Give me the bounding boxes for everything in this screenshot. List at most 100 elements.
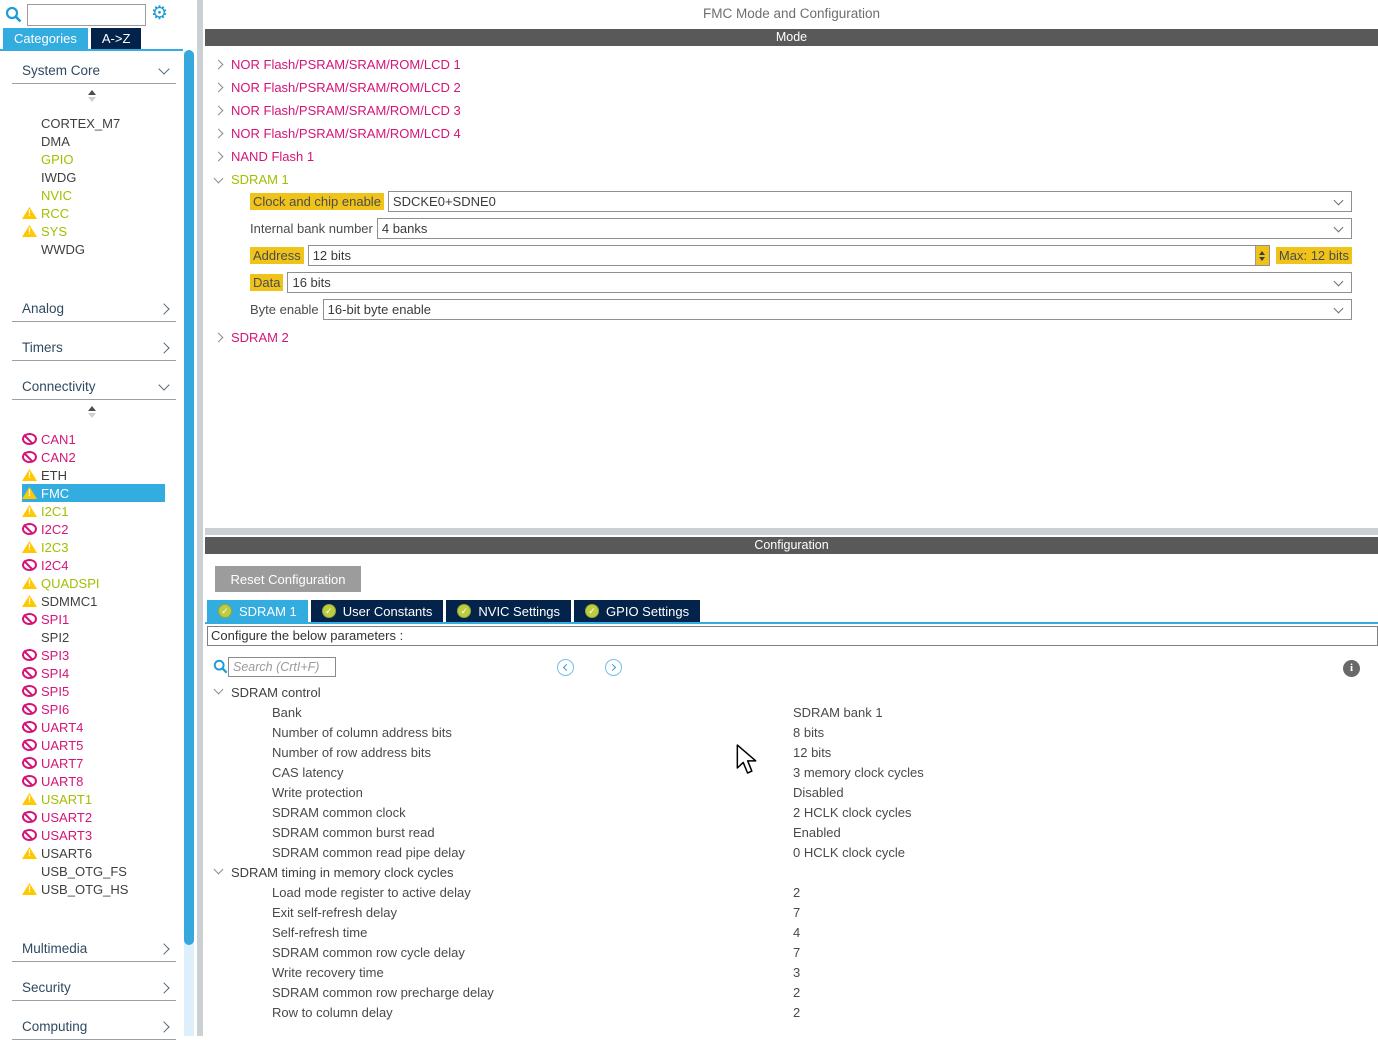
parameter-row-bank[interactable]: BankSDRAM bank 1 — [205, 702, 1378, 722]
parameter-row-sdram-common-row-cycle-delay[interactable]: SDRAM common row cycle delay7 — [205, 942, 1378, 962]
sidebar-item-wwdg[interactable]: WWDG — [22, 240, 165, 258]
search-next-button[interactable] — [605, 659, 622, 676]
sidebar-item-spi6[interactable]: SPI6 — [22, 700, 165, 718]
sidebar-item-can2[interactable]: CAN2 — [22, 448, 165, 466]
parameter-value[interactable]: 7 — [793, 945, 800, 960]
sidebar-search-combobox[interactable] — [27, 4, 146, 26]
field-select[interactable]: SDCKE0+SDNE0 — [388, 191, 1352, 212]
sidebar-item-dma[interactable]: DMA — [22, 132, 165, 150]
sidebar-item-usb-otg-hs[interactable]: !USB_OTG_HS — [22, 880, 165, 898]
sidebar-item-spi4[interactable]: SPI4 — [22, 664, 165, 682]
sidebar-item-usart1[interactable]: !USART1 — [22, 790, 165, 808]
panel-splitter[interactable] — [205, 528, 1378, 535]
parameter-value[interactable]: 2 — [793, 1005, 800, 1020]
mode-tree-item-nor-flash-psram-sram-rom-lcd-2[interactable]: NOR Flash/PSRAM/SRAM/ROM/LCD 2 — [205, 76, 1378, 99]
gear-icon[interactable]: ⚙ — [151, 2, 168, 26]
tab-user-constants[interactable]: ✓User Constants — [311, 600, 444, 622]
sidebar-item-uart4[interactable]: UART4 — [22, 718, 165, 736]
sidebar-section-header-multimedia[interactable]: Multimedia — [12, 936, 176, 962]
parameter-row-number-of-row-address-bits[interactable]: Number of row address bits12 bits — [205, 742, 1378, 762]
scroll-up-icon[interactable] — [0, 406, 183, 420]
tab-categories[interactable]: Categories — [3, 28, 88, 49]
sidebar-item-spi2[interactable]: SPI2 — [22, 628, 165, 646]
tab-sdram-1[interactable]: ✓SDRAM 1 — [207, 600, 308, 622]
scroll-up-icon[interactable] — [0, 90, 183, 104]
sidebar-item-rcc[interactable]: !RCC — [22, 204, 165, 222]
field-select[interactable]: 4 banks — [377, 218, 1352, 239]
info-icon[interactable]: i — [1343, 660, 1360, 677]
sidebar-item-can1[interactable]: CAN1 — [22, 430, 165, 448]
tab-gpio-settings[interactable]: ✓GPIO Settings — [574, 600, 700, 622]
sidebar-item-nvic[interactable]: NVIC — [22, 186, 165, 204]
sidebar-item-cortex-m7[interactable]: CORTEX_M7 — [22, 114, 165, 132]
mode-tree-item-nand-flash-1[interactable]: NAND Flash 1 — [205, 145, 1378, 168]
sidebar-item-uart7[interactable]: UART7 — [22, 754, 165, 772]
parameter-value[interactable]: 0 HCLK clock cycle — [793, 845, 905, 860]
parameter-value[interactable]: 7 — [793, 905, 800, 920]
parameter-value[interactable]: 2 HCLK clock cycles — [793, 805, 911, 820]
sidebar-section-header-security[interactable]: Security — [12, 975, 176, 1001]
sidebar-item-iwdg[interactable]: IWDG — [22, 168, 165, 186]
parameter-value[interactable]: SDRAM bank 1 — [793, 705, 883, 720]
parameter-search-input[interactable] — [228, 657, 336, 677]
parameter-value[interactable]: 4 — [793, 925, 800, 940]
parameter-row-sdram-common-clock[interactable]: SDRAM common clock2 HCLK clock cycles — [205, 802, 1378, 822]
mode-tree-item-nor-flash-psram-sram-rom-lcd-1[interactable]: NOR Flash/PSRAM/SRAM/ROM/LCD 1 — [205, 53, 1378, 76]
sidebar-item-sys[interactable]: !SYS — [22, 222, 165, 240]
field-spinner[interactable]: 12 bits — [308, 245, 1270, 266]
sidebar-item-spi1[interactable]: SPI1 — [22, 610, 165, 628]
sidebar-scrollbar-thumb[interactable] — [184, 50, 194, 945]
spinner-up-icon[interactable] — [1259, 251, 1265, 255]
parameter-row-sdram-common-read-pipe-delay[interactable]: SDRAM common read pipe delay0 HCLK clock… — [205, 842, 1378, 862]
sidebar-item-gpio[interactable]: GPIO — [22, 150, 165, 168]
parameter-value[interactable]: Enabled — [793, 825, 841, 840]
sidebar-item-sdmmc1[interactable]: !SDMMC1 — [22, 592, 165, 610]
mode-tree-item-sdram-2[interactable]: SDRAM 2 — [205, 326, 1378, 349]
field-select[interactable]: 16 bits — [287, 272, 1352, 293]
sidebar-item-i2c1[interactable]: !I2C1 — [22, 502, 165, 520]
mode-tree-item-sdram-1[interactable]: SDRAM 1 — [205, 168, 1378, 191]
search-previous-button[interactable] — [557, 659, 574, 676]
parameter-value[interactable]: 3 memory clock cycles — [793, 765, 924, 780]
tab-a-to-z[interactable]: A->Z — [91, 28, 142, 49]
field-select[interactable]: 16-bit byte enable — [323, 299, 1352, 320]
parameter-value[interactable]: 2 — [793, 985, 800, 1000]
sidebar-item-usart3[interactable]: USART3 — [22, 826, 165, 844]
parameter-value[interactable]: 12 bits — [793, 745, 831, 760]
sidebar-item-fmc[interactable]: !FMC — [22, 484, 165, 502]
parameter-row-write-recovery-time[interactable]: Write recovery time3 — [205, 962, 1378, 982]
parameter-row-number-of-column-address-bits[interactable]: Number of column address bits8 bits — [205, 722, 1378, 742]
parameter-row-sdram-common-burst-read[interactable]: SDRAM common burst readEnabled — [205, 822, 1378, 842]
parameter-row-load-mode-register-to-active-delay[interactable]: Load mode register to active delay2 — [205, 882, 1378, 902]
sidebar-section-header-computing[interactable]: Computing — [12, 1014, 176, 1040]
sidebar-section-header-connectivity[interactable]: Connectivity — [12, 374, 176, 400]
mode-tree-item-nor-flash-psram-sram-rom-lcd-4[interactable]: NOR Flash/PSRAM/SRAM/ROM/LCD 4 — [205, 122, 1378, 145]
sidebar-section-header-analog[interactable]: Analog — [12, 296, 176, 322]
sidebar-item-i2c4[interactable]: I2C4 — [22, 556, 165, 574]
mode-tree-item-nor-flash-psram-sram-rom-lcd-3[interactable]: NOR Flash/PSRAM/SRAM/ROM/LCD 3 — [205, 99, 1378, 122]
sidebar-item-usb-otg-fs[interactable]: USB_OTG_FS — [22, 862, 165, 880]
parameter-row-self-refresh-time[interactable]: Self-refresh time4 — [205, 922, 1378, 942]
sidebar-item-quadspi[interactable]: !QUADSPI — [22, 574, 165, 592]
reset-configuration-button[interactable]: Reset Configuration — [215, 566, 361, 592]
sidebar-item-i2c3[interactable]: !I2C3 — [22, 538, 165, 556]
sidebar-item-uart8[interactable]: UART8 — [22, 772, 165, 790]
spinner-buttons[interactable] — [1255, 246, 1269, 265]
sidebar-item-uart5[interactable]: UART5 — [22, 736, 165, 754]
parameter-group-sdram-timing-in-memory-clock-cycles[interactable]: SDRAM timing in memory clock cycles — [205, 862, 1378, 882]
parameter-value[interactable]: 3 — [793, 965, 800, 980]
parameter-row-row-to-column-delay[interactable]: Row to column delay2 — [205, 1002, 1378, 1022]
spinner-down-icon[interactable] — [1259, 257, 1265, 261]
parameter-value[interactable]: Disabled — [793, 785, 844, 800]
sidebar-item-usart6[interactable]: !USART6 — [22, 844, 165, 862]
sidebar-item-spi3[interactable]: SPI3 — [22, 646, 165, 664]
parameter-row-exit-self-refresh-delay[interactable]: Exit self-refresh delay7 — [205, 902, 1378, 922]
parameter-row-write-protection[interactable]: Write protectionDisabled — [205, 782, 1378, 802]
parameter-value[interactable]: 2 — [793, 885, 800, 900]
sidebar-section-header-system-core[interactable]: System Core — [12, 58, 176, 84]
parameter-row-sdram-common-row-precharge-delay[interactable]: SDRAM common row precharge delay2 — [205, 982, 1378, 1002]
parameter-row-cas-latency[interactable]: CAS latency3 memory clock cycles — [205, 762, 1378, 782]
parameter-value[interactable]: 8 bits — [793, 725, 824, 740]
sidebar-item-usart2[interactable]: USART2 — [22, 808, 165, 826]
tab-nvic-settings[interactable]: ✓NVIC Settings — [446, 600, 571, 622]
